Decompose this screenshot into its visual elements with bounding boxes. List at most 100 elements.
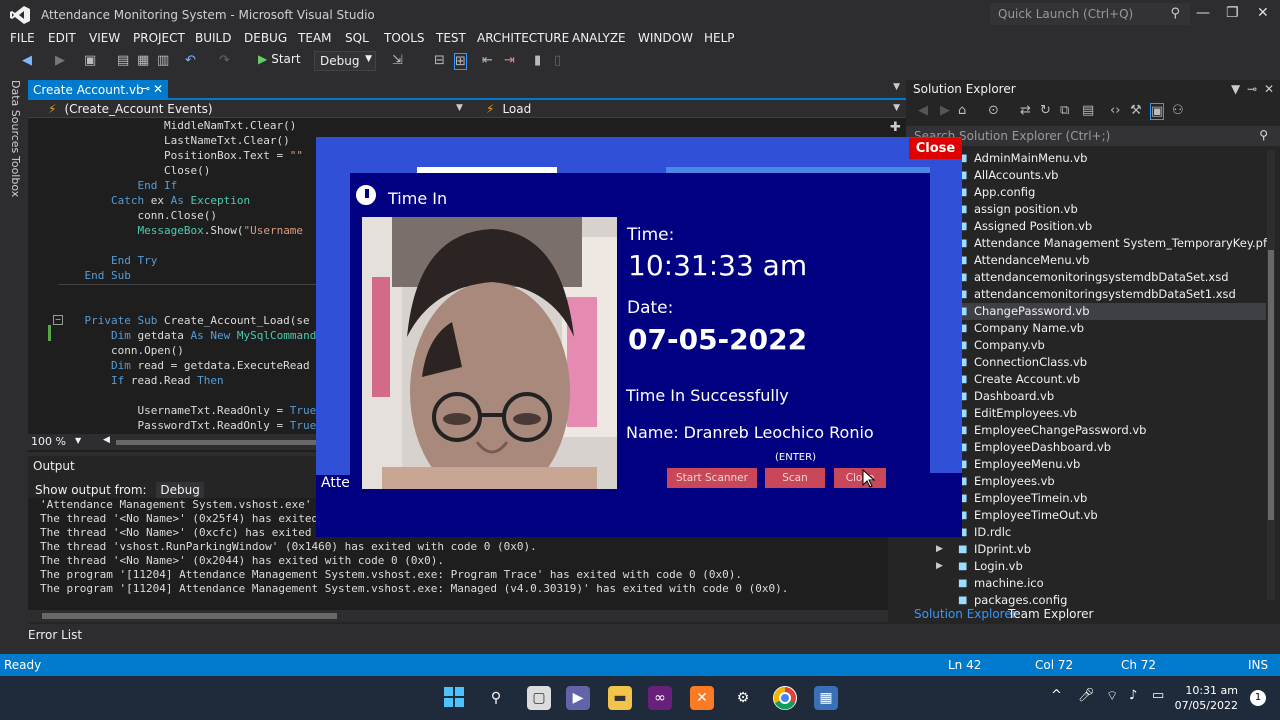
attach-icon[interactable]: ⇲: [392, 53, 403, 68]
task-view-icon[interactable]: ▢: [527, 686, 551, 710]
microphone-icon[interactable]: 🎤︎: [1078, 688, 1095, 703]
wifi-icon[interactable]: ⌔: [1106, 688, 1118, 704]
bookmark-next-icon[interactable]: ▯: [554, 53, 561, 68]
close-button[interactable]: Close: [834, 468, 886, 488]
expand-icon[interactable]: ▶: [936, 541, 943, 558]
bookmark-prev-icon[interactable]: ⇤: [482, 53, 493, 68]
class-diagram-icon[interactable]: ⚇: [1172, 103, 1184, 118]
menu-architecture[interactable]: ARCHITECTURE: [477, 31, 569, 45]
maximize-button[interactable]: ❐: [1226, 5, 1239, 21]
close-icon[interactable]: ✕: [1264, 82, 1274, 96]
notification-badge[interactable]: 1: [1250, 690, 1266, 706]
close-tab-icon[interactable]: ✕: [153, 82, 163, 96]
redo-icon[interactable]: ↷: [219, 53, 230, 68]
dropdown-icon[interactable]: ▼: [1231, 82, 1240, 96]
tree-item-label: EmployeeMenu.vb: [974, 457, 1081, 471]
pin-icon[interactable]: ⊸: [141, 82, 150, 95]
menu-help[interactable]: HELP: [704, 31, 735, 45]
tab-solution-explorer[interactable]: Solution Explorer: [914, 607, 1017, 621]
volume-icon[interactable]: ♪: [1129, 688, 1137, 703]
menu-tools[interactable]: TOOLS: [384, 31, 425, 45]
bookmark-clear-icon[interactable]: ⇥: [504, 53, 515, 68]
battery-icon[interactable]: ▭: [1152, 688, 1164, 703]
file-explorer-icon[interactable]: ▬: [608, 686, 632, 710]
save-all-icon[interactable]: ▥: [157, 53, 169, 68]
app-icon[interactable]: ⚙: [731, 686, 755, 710]
refresh-icon[interactable]: ↻: [1040, 103, 1051, 118]
start-debug-button[interactable]: ▶ Start: [258, 52, 301, 66]
sync-icon[interactable]: ⇄: [1020, 103, 1031, 118]
chrome-icon[interactable]: [773, 686, 797, 710]
type-dropdown[interactable]: ⚡ (Create_Account Events): [48, 102, 213, 116]
bookmark-icon[interactable]: ▮: [534, 53, 541, 68]
scroll-left-icon[interactable]: ◀: [103, 435, 110, 445]
menu-team[interactable]: TEAM: [298, 31, 331, 45]
menu-file[interactable]: FILE: [10, 31, 35, 45]
forward-icon[interactable]: ▶: [55, 53, 65, 68]
pending-changes-icon[interactable]: ⊙: [988, 103, 999, 118]
quick-launch-input[interactable]: Quick Launch (Ctrl+Q) ⚲: [990, 3, 1190, 25]
menu-build[interactable]: BUILD: [195, 31, 231, 45]
save-icon[interactable]: ▦: [137, 53, 149, 68]
new-project-icon[interactable]: ▣: [84, 53, 96, 68]
member-dropdown[interactable]: ⚡ Load: [486, 102, 531, 116]
back-icon[interactable]: ◀: [22, 53, 32, 68]
menu-edit[interactable]: EDIT: [48, 31, 76, 45]
menu-view[interactable]: VIEW: [89, 31, 120, 45]
right-blue-strip: [930, 173, 962, 473]
zoom-level[interactable]: 100 %: [31, 435, 66, 448]
split-editor-icon[interactable]: ✚: [890, 120, 901, 135]
scan-button[interactable]: Scan: [765, 468, 825, 488]
comment-icon[interactable]: ⊞: [454, 53, 467, 70]
menu-test[interactable]: TEST: [436, 31, 466, 45]
tray-chevron-icon[interactable]: ^: [1051, 688, 1062, 703]
editor-hscroll-thumb[interactable]: [116, 440, 316, 445]
start-scanner-button[interactable]: Start Scanner: [667, 468, 757, 488]
menu-window[interactable]: WINDOW: [638, 31, 693, 45]
tab-dropdown-icon[interactable]: ▼: [893, 82, 900, 92]
tree-item[interactable]: ▶ ■ IDprint.vb: [906, 541, 1266, 558]
show-all-files-icon[interactable]: ▤: [1082, 103, 1094, 118]
search-icon[interactable]: ⚲: [484, 686, 508, 710]
close-button-top[interactable]: Close: [909, 138, 962, 159]
output-hscroll[interactable]: [28, 610, 888, 622]
tree-item[interactable]: ▶ ■ Login.vb: [906, 558, 1266, 575]
attendance-app-icon[interactable]: ▦: [814, 686, 838, 710]
output-source-dropdown[interactable]: Debug: [156, 482, 204, 498]
error-list-tab[interactable]: Error List: [28, 628, 82, 642]
windows-start-icon[interactable]: [442, 686, 466, 710]
taskbar-clock[interactable]: 10:31 am 07/05/2022: [1175, 683, 1238, 713]
align-icon[interactable]: ⊟: [434, 53, 445, 68]
tab-create-account[interactable]: Create Account.vb ⊸ ✕: [28, 80, 168, 99]
scroll-thumb[interactable]: [42, 613, 337, 619]
teams-chat-icon[interactable]: ▶: [566, 686, 590, 710]
solution-search-input[interactable]: Search Solution Explorer (Ctrl+;) ⚲: [906, 126, 1280, 146]
view-code-icon[interactable]: ‹›: [1110, 103, 1120, 118]
data-sources-tab[interactable]: Data Sources: [9, 80, 22, 153]
collapse-icon[interactable]: −: [53, 315, 63, 325]
menu-sql[interactable]: SQL: [345, 31, 369, 45]
toolbox-tab[interactable]: Toolbox: [9, 156, 22, 197]
visual-studio-icon[interactable]: ∞: [648, 686, 672, 710]
menu-analyze[interactable]: ANALYZE: [572, 31, 626, 45]
expand-icon[interactable]: ▶: [936, 558, 943, 575]
tab-team-explorer[interactable]: Team Explorer: [1008, 607, 1094, 621]
preview-icon[interactable]: ▣: [1150, 103, 1165, 120]
scroll-thumb[interactable]: [1268, 250, 1274, 520]
menu-project[interactable]: PROJECT: [133, 31, 185, 45]
back-icon[interactable]: ◀: [918, 103, 928, 118]
forward-icon[interactable]: ▶: [940, 103, 950, 118]
menu-debug[interactable]: DEBUG: [244, 31, 287, 45]
pin-icon[interactable]: ⊸: [1247, 82, 1257, 96]
minimize-button[interactable]: —: [1196, 5, 1210, 21]
tree-item[interactable]: ■ machine.ico: [906, 575, 1266, 592]
xampp-icon[interactable]: ✕: [690, 686, 714, 710]
open-icon[interactable]: ▤: [117, 53, 129, 68]
undo-icon[interactable]: ↶: [185, 53, 196, 68]
properties-icon[interactable]: ⚒: [1130, 103, 1142, 118]
home-icon[interactable]: ⌂: [958, 103, 966, 118]
collapse-all-icon[interactable]: ⧉: [1060, 103, 1069, 118]
close-window-button[interactable]: ✕: [1257, 5, 1269, 21]
solution-vscroll[interactable]: [1267, 150, 1275, 600]
config-dropdown[interactable]: Debug ▼: [314, 51, 376, 71]
